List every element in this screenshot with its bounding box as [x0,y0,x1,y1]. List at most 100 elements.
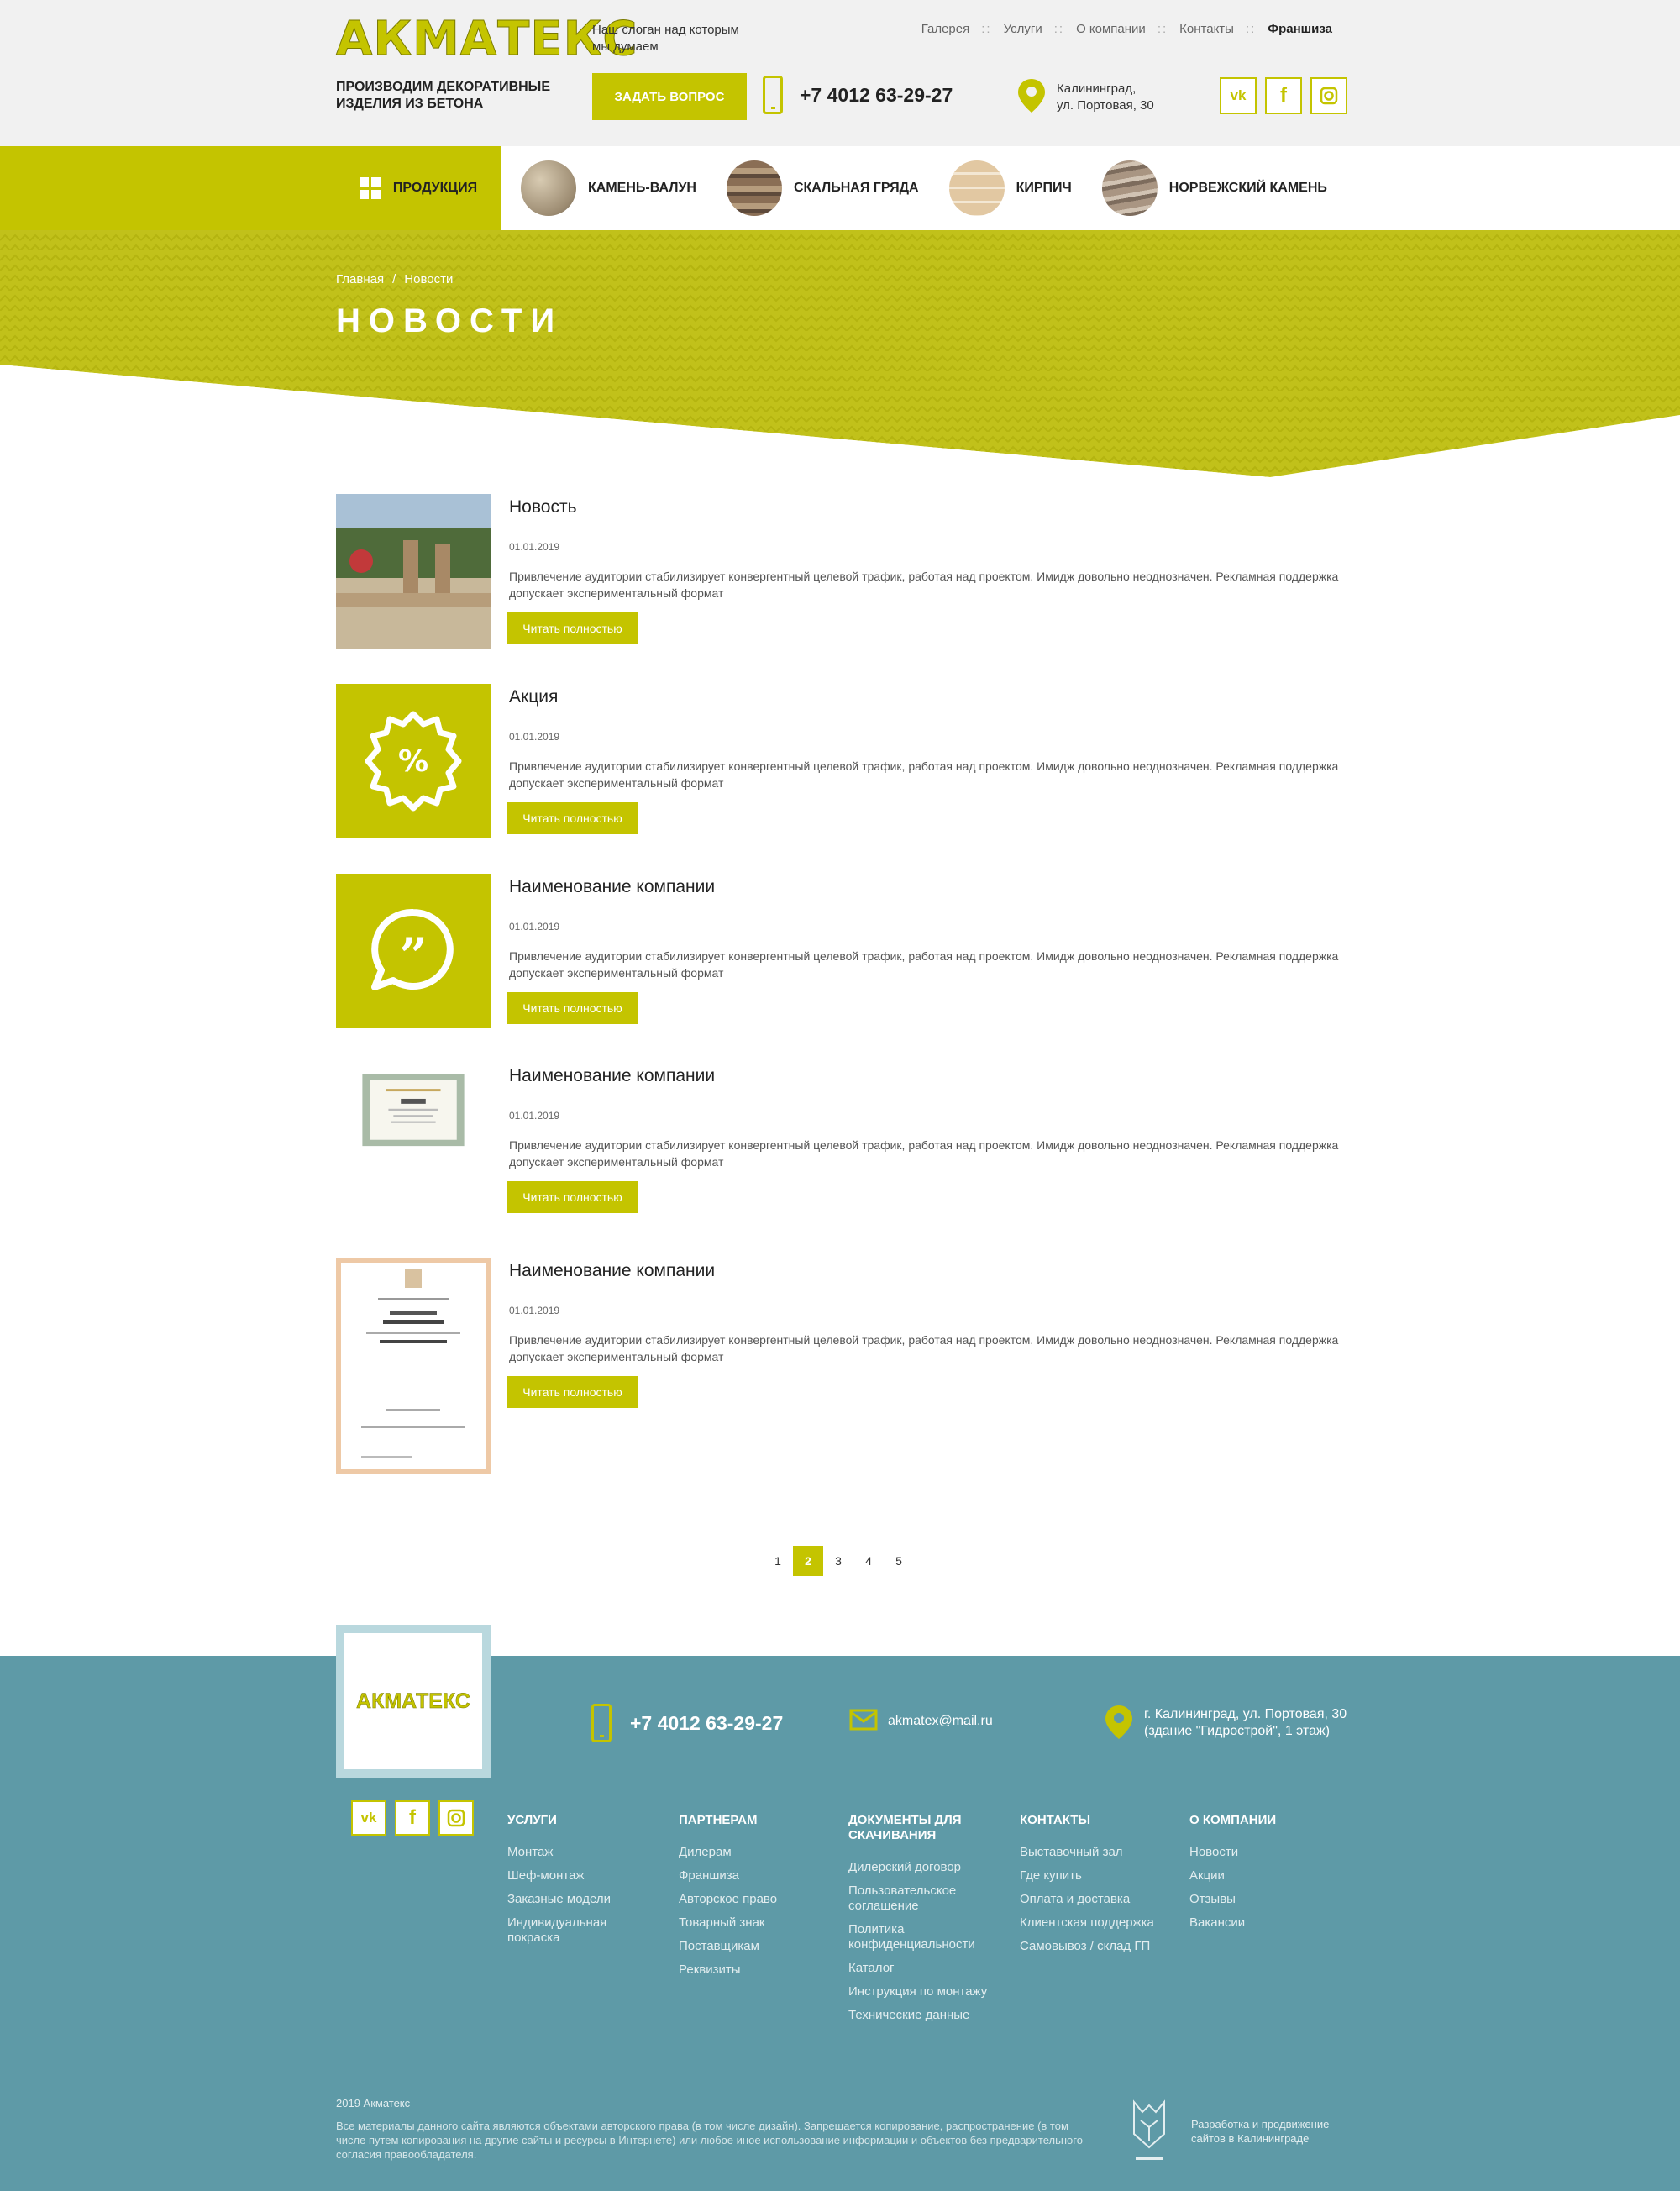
footer-link[interactable]: Поставщикам [679,1939,838,1954]
svg-text:”: ” [399,927,427,985]
header-address: Калининград, ул. Портовая, 30 [1057,81,1154,114]
nav-separator: :: [1245,22,1257,36]
news-title[interactable]: Акция [509,687,558,707]
footer-link[interactable]: Новости [1189,1845,1349,1860]
news-date: 01.01.2019 [509,541,560,553]
category-rock-ridge[interactable]: СКАЛЬНАЯ ГРЯДА [726,160,919,216]
footer-link[interactable]: Оплата и доставка [1020,1892,1179,1907]
footer-link[interactable]: Авторское право [679,1892,838,1907]
category-norwegian-stone[interactable]: НОРВЕЖСКИЙ КАМЕНЬ [1101,160,1327,216]
category-label: СКАЛЬНАЯ ГРЯДА [793,181,919,195]
products-menu-label: ПРОДУКЦИЯ [392,181,478,195]
footer-link[interactable]: Реквизиты [679,1962,838,1978]
page-link[interactable]: 3 [823,1546,853,1576]
nav-franchise[interactable]: Франшиза [1256,22,1344,36]
banner-background [0,230,1680,492]
nav-services[interactable]: Услуги [992,22,1054,36]
footer-column-title: УСЛУГИ [507,1813,557,1827]
footer-link[interactable]: Где купить [1020,1868,1179,1884]
footer-logo[interactable]: АКМАТЕКС [344,1633,482,1769]
read-more-button[interactable]: Читать полностью [507,1376,638,1408]
read-more-button[interactable]: Читать полностью [507,992,638,1024]
breadcrumb-home[interactable]: Главная [336,272,384,286]
developer-credit[interactable]: Разработка и продвижение сайтов в Калини… [1191,2117,1351,2146]
footer-link[interactable]: Каталог [848,1961,1008,1976]
news-description: Привлечение аудитории стабилизирует конв… [509,1333,1339,1363]
footer-email[interactable]: akmatex@mail.ru [888,1714,993,1729]
address-line: Калининград, [1057,81,1137,96]
page-link[interactable]: 1 [763,1546,793,1576]
ask-question-button[interactable]: ЗАДАТЬ ВОПРОС [592,73,747,120]
footer-link[interactable]: Политика конфиденциальности [848,1922,1008,1952]
footer-link[interactable]: Самовывоз / склад ГП [1020,1939,1179,1954]
news-photo[interactable] [336,494,491,649]
nav-gallery[interactable]: Галерея [910,22,982,36]
footer-column-contacts: КОНТАКТЫ Выставочный зал Где купить Опла… [1020,1813,1179,1962]
footer-link[interactable]: Дилерский договор [848,1860,1008,1875]
news-title[interactable]: Новость [509,497,577,518]
certificate-image[interactable] [336,1068,491,1182]
pagination: 1 2 3 4 5 [763,1546,914,1576]
read-more-button[interactable]: Читать полностью [507,1181,638,1213]
breadcrumb-current: Новости [404,272,454,286]
footer-link[interactable]: Индивидуальная покраска [507,1915,625,1946]
facebook-icon[interactable]: f [1265,77,1302,114]
tagline: ПРОИЗВОДИМ ДЕКОРАТИВНЫЕ ИЗДЕЛИЯ ИЗ БЕТОН… [336,80,551,111]
header-phone[interactable]: +7 4012 63-29-27 [800,84,953,107]
page-link[interactable]: 4 [853,1546,884,1576]
news-description: Привлечение аудитории стабилизирует конв… [509,1138,1339,1169]
facebook-icon[interactable]: f [395,1800,430,1836]
page-title: НОВОСТИ [336,302,564,339]
footer-phone[interactable]: +7 4012 63-29-27 [630,1712,783,1735]
nav-separator: :: [1157,22,1168,36]
footer-link[interactable]: Вакансии [1189,1915,1349,1931]
news-date: 01.01.2019 [509,921,560,933]
instagram-icon[interactable] [1310,77,1347,114]
mail-icon [849,1709,878,1731]
vk-icon[interactable]: vk [351,1800,386,1836]
read-more-button[interactable]: Читать полностью [507,802,638,834]
footer-link[interactable]: Инструкция по монтажу [848,1984,1008,1999]
quote-bubble-icon[interactable]: ” [336,874,491,1028]
page-link-current[interactable]: 2 [793,1546,823,1576]
norwegian-stone-thumbnail [1101,160,1158,216]
social-links: vk f [1220,77,1347,114]
footer-link[interactable]: Монтаж [507,1845,667,1860]
products-menu-button[interactable]: ПРОДУКЦИЯ [336,146,501,230]
phone-icon [591,1704,612,1742]
site-footer [0,1656,1680,2191]
page-link[interactable]: 5 [884,1546,914,1576]
footer-link[interactable]: Товарный знак [679,1915,838,1931]
footer-link[interactable]: Технические данные [848,2008,1008,2023]
footer-column-title: КОНТАКТЫ [1020,1813,1091,1827]
developer-logo-icon[interactable] [1126,2097,1173,2167]
footer-column-documents: ДОКУМЕНТЫ ДЛЯ СКАЧИВАНИЯ Дилерский догов… [848,1813,1008,2031]
footer-column-title: ДОКУМЕНТЫ ДЛЯ СКАЧИВАНИЯ [848,1813,962,1842]
nav-about[interactable]: О компании [1064,22,1158,36]
footer-link[interactable]: Выставочный зал [1020,1845,1179,1860]
footer-link[interactable]: Акции [1189,1868,1349,1884]
news-title[interactable]: Наименование компании [509,1261,715,1281]
news-title[interactable]: Наименование компании [509,877,715,897]
certificate-image[interactable] [336,1258,491,1474]
vk-icon[interactable]: vk [1220,77,1257,114]
category-boulder[interactable]: КАМЕНЬ-ВАЛУН [521,160,696,216]
category-brick[interactable]: КИРПИЧ [948,160,1072,216]
percent-badge-icon[interactable]: % [336,684,491,838]
location-pin-icon [1105,1705,1132,1739]
footer-link[interactable]: Клиентская поддержка [1020,1915,1179,1931]
footer-link[interactable]: Шеф-монтаж [507,1868,667,1884]
nav-contacts[interactable]: Контакты [1168,22,1246,36]
footer-link[interactable]: Пользовательское соглашение [848,1884,1008,1914]
read-more-button[interactable]: Читать полностью [507,612,638,644]
category-label: КИРПИЧ [1016,181,1072,195]
footer-link[interactable]: Заказные модели [507,1892,667,1907]
footer-link[interactable]: Дилерам [679,1845,838,1860]
news-title[interactable]: Наименование компании [509,1066,715,1086]
footer-link[interactable]: Отзывы [1189,1892,1349,1907]
footer-column-partners: ПАРТНЕРАМ Дилерам Франшиза Авторское пра… [679,1813,838,1986]
page-banner: Главная / Новости НОВОСТИ [0,230,1680,492]
news-description: Привлечение аудитории стабилизирует конв… [509,949,1339,980]
footer-link[interactable]: Франшиза [679,1868,838,1884]
instagram-icon[interactable] [438,1800,474,1836]
